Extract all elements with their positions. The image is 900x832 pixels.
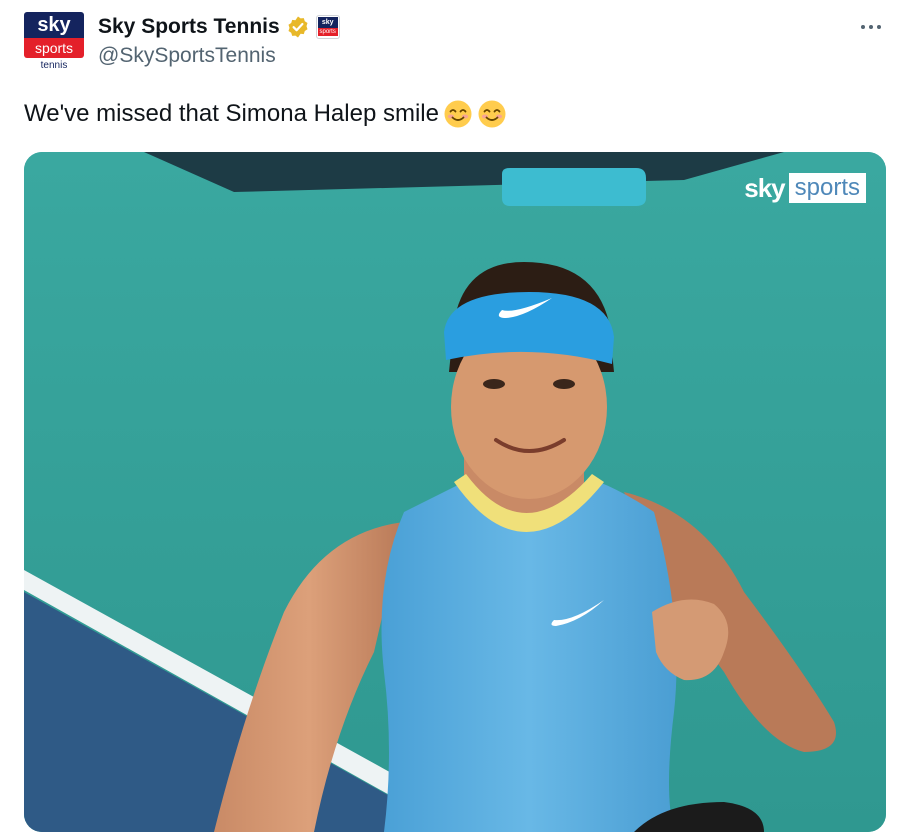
avatar[interactable]: sky sports tennis	[22, 10, 86, 72]
smiling-face-with-smiling-eyes-icon	[443, 99, 473, 129]
user-handle[interactable]: @SkySportsTennis	[98, 44, 276, 68]
name-row: Sky Sports Tennis sky sports	[98, 14, 340, 40]
player-eye-right	[553, 379, 575, 389]
sky-sports-watermark: sky sports	[744, 172, 866, 204]
avatar-sports-text: sports	[24, 38, 84, 58]
more-options-button[interactable]	[852, 14, 890, 40]
tweet-card: sky sports tennis Sky Sports Tennis sky …	[0, 0, 900, 832]
smiling-face-with-smiling-eyes-icon	[477, 99, 507, 129]
more-options-icon	[861, 25, 865, 29]
avatar-sky-text: sky	[24, 12, 84, 38]
player-eye-left	[483, 379, 505, 389]
affiliate-badge-sky: sky	[317, 17, 338, 28]
affiliate-badge[interactable]: sky sports	[315, 15, 340, 39]
watermark-sky: sky	[744, 172, 785, 203]
affiliate-badge-sports: sports	[317, 28, 338, 36]
halep-photo	[24, 152, 886, 832]
avatar-tennis-text: tennis	[40, 60, 68, 71]
more-options-icon	[877, 25, 881, 29]
verified-icon	[286, 15, 310, 39]
tweet-body-text: We've missed that Simona Halep smile	[24, 100, 439, 127]
watermark-sports: sports	[788, 173, 866, 203]
display-name[interactable]: Sky Sports Tennis	[98, 15, 280, 39]
tweet-media-image[interactable]: sky sports	[24, 152, 886, 832]
more-options-icon	[869, 25, 873, 29]
courtside-cushion	[502, 168, 646, 206]
tweet-text: We've missed that Simona Halep smile	[24, 99, 507, 129]
player-dress	[381, 482, 677, 832]
